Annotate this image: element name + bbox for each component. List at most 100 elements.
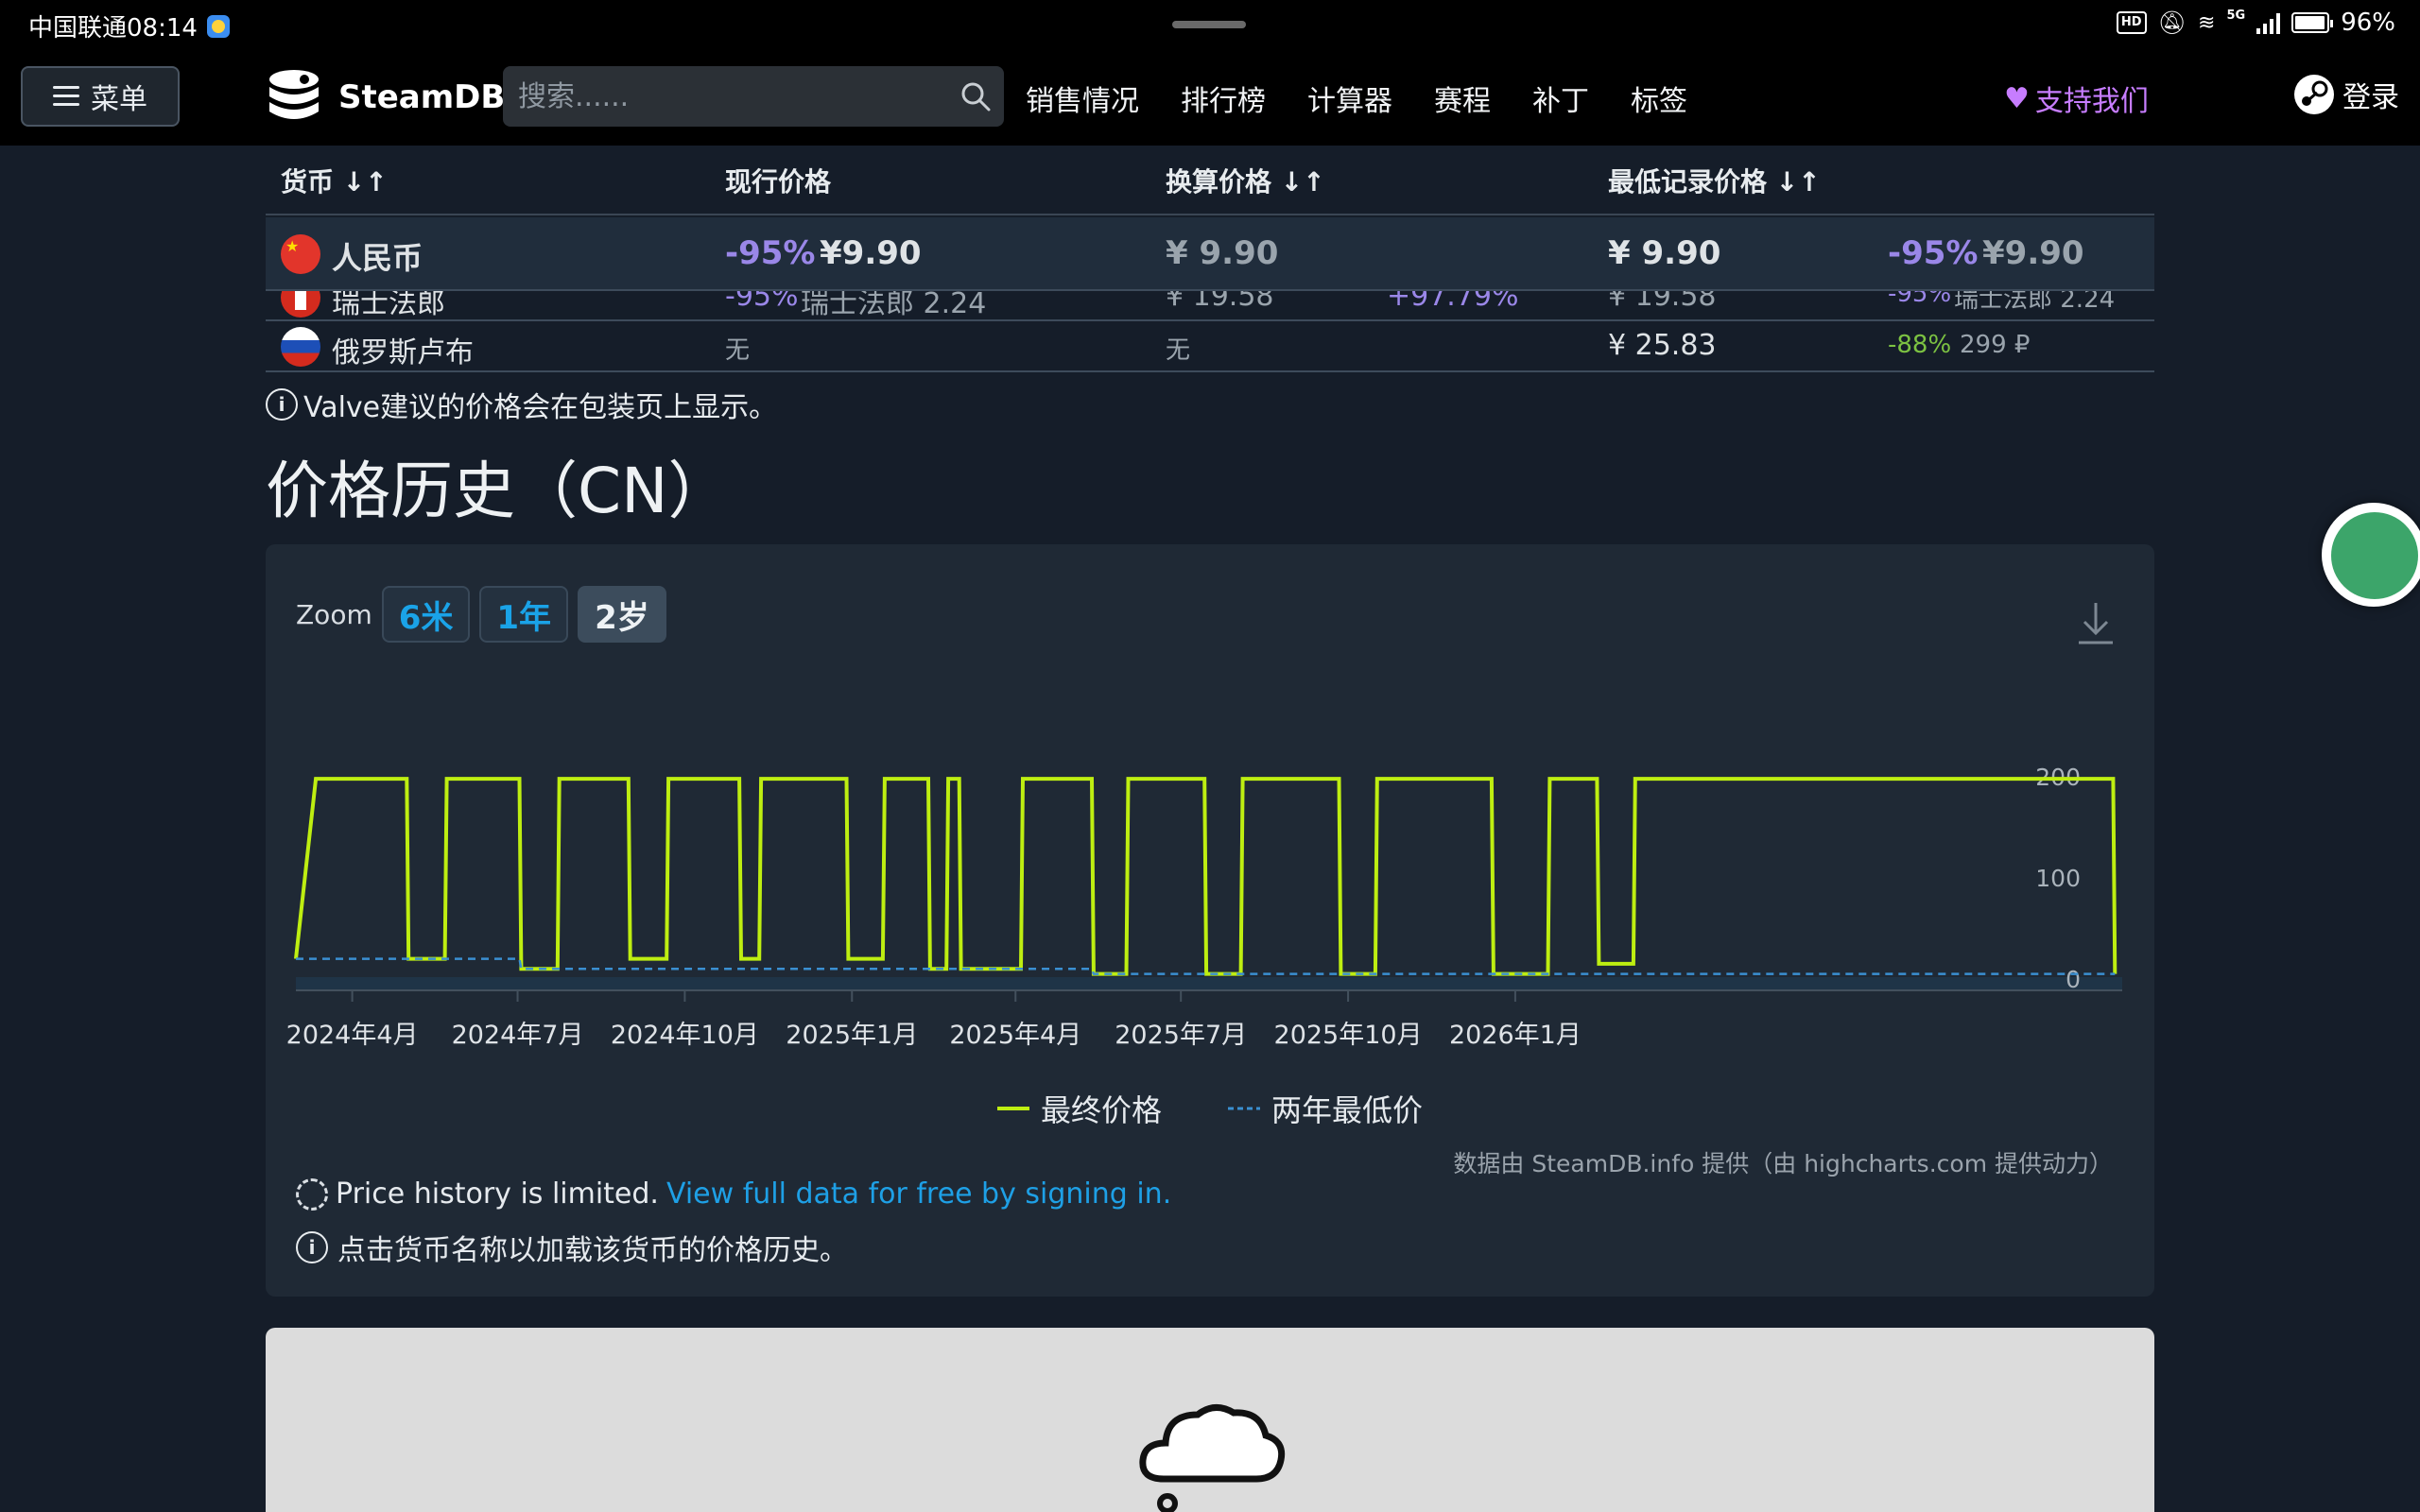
mute-icon: 🔕︎ [2157, 9, 2187, 36]
steamdb-logo-icon [269, 70, 319, 119]
currency-click-note: i 点击货币名称以加载该货币的价格历史。 [296, 1227, 848, 1268]
x-tick-label: 2024年4月 [286, 1021, 419, 1050]
current-price: 无 [725, 336, 751, 365]
flag-cn-icon [281, 234, 320, 274]
x-tick-label: 2025年4月 [949, 1021, 1081, 1050]
section-title: 价格历史（CN） [266, 455, 731, 527]
weather-icon [206, 14, 230, 38]
brand-name: SteamDB [338, 78, 506, 116]
hd-icon: HD [2116, 11, 2147, 34]
table-header: 货币 ↓↑ 现行价格 换算价格 ↓↑ 最低记录价格 ↓↑ [266, 147, 2154, 215]
plot-baseline-band [296, 977, 2122, 990]
lowest-discount-price: ¥9.90 [1982, 234, 2084, 272]
legend-item-final-price[interactable]: 最终价格 [996, 1087, 1162, 1130]
battery-level: 96% [2341, 9, 2395, 37]
search-icon[interactable] [959, 79, 993, 113]
battery-icon [2291, 12, 2334, 33]
lowest-discount: -95% [1888, 291, 1952, 308]
x-tick-label: 2025年10月 [1274, 1021, 1423, 1050]
currency-name[interactable]: 瑞士法郎 [332, 291, 445, 319]
y-tick-label: 100 [2035, 865, 2081, 892]
floating-assistant-button[interactable] [2322, 503, 2420, 607]
converted-price: ¥ 9.90 [1166, 234, 1279, 272]
price-diff: +97.79% [1387, 291, 1519, 313]
cloud-icon [1139, 1404, 1286, 1512]
heart-icon: ♥ [2004, 81, 2030, 115]
price-table: 货币 ↓↑ 现行价格 换算价格 ↓↑ 最低记录价格 ↓↑ [266, 147, 2154, 215]
x-tick-label: 2025年1月 [786, 1021, 918, 1050]
x-tick-label: 2024年10月 [611, 1021, 759, 1050]
header-current-price: 现行价格 [725, 166, 832, 198]
table-row: 人民币 -95% ¥9.90 ¥ 9.90 ¥ 9.90 -95% ¥9.90 [266, 217, 2154, 291]
final-price-line [294, 777, 2118, 976]
carrier-time: 中国联通08:14 [28, 14, 198, 43]
x-tick-label: 2025年7月 [1115, 1021, 1247, 1050]
menu-button[interactable]: 菜单 [21, 66, 180, 127]
currency-name[interactable]: 俄罗斯卢布 [332, 329, 474, 370]
price-chart[interactable]: 2024年4月 2024年7月 2024年10月 2025年1月 2025年4月 2025… [266, 544, 2154, 1074]
nav-link-sales[interactable]: 销售情况 [1026, 77, 1139, 119]
login-link[interactable]: 登录 [2293, 74, 2399, 115]
wifi-icon: ≋ [2198, 10, 2216, 35]
chart-legend: 最终价格 两年最低价 [266, 1087, 2154, 1130]
legend-label: 两年最低价 [1271, 1092, 1424, 1128]
table-row: 俄罗斯卢布 无 无 ¥ 25.83 -88% 299 ₽ [266, 321, 2154, 372]
current-price: 瑞士法郎 2.24 [801, 291, 987, 320]
info-icon: i [296, 1231, 328, 1263]
currency-name[interactable]: 人民币 [332, 234, 423, 278]
flag-ru-icon [281, 327, 320, 367]
network-type: 5G [2226, 8, 2246, 23]
legend-item-two-year-low[interactable]: 两年最低价 [1228, 1087, 1423, 1130]
limited-history-notice: Price history is limited. View full data… [296, 1177, 1171, 1211]
nav-link-charts[interactable]: 排行榜 [1181, 77, 1266, 119]
lowest-price: ¥ 9.90 [1608, 234, 1721, 272]
hamburger-icon [53, 86, 79, 107]
content-placeholder-block [266, 1328, 2154, 1512]
nav-link-events[interactable]: 赛程 [1434, 77, 1491, 119]
status-bar: 中国联通08:14 HD 🔕︎ ≋ 5G 96% [0, 0, 2420, 49]
converted-price: 无 [1166, 336, 1191, 365]
discount: -95% [725, 234, 816, 272]
table-row: 瑞士法郎 -95% 瑞士法郎 2.24 ¥ 19.58 +97.79% ¥ 19… [266, 291, 2154, 321]
drag-handle[interactable] [1172, 21, 1246, 28]
x-tick-label: 2024年7月 [452, 1021, 584, 1050]
steamdb-logo[interactable]: SteamDB [263, 66, 505, 129]
lowest-discount-price: 299 ₽ [1960, 331, 2031, 359]
support-label: 支持我们 [2034, 85, 2149, 118]
price-history-panel: Zoom 6米 1年 2岁 2024年4月 2024年7月 2024年10月 2025… [266, 544, 2154, 1297]
info-icon: i [266, 388, 298, 421]
signal-icon [2256, 11, 2281, 34]
legend-dash-swatch [1228, 1107, 1260, 1110]
legend-label: 最终价格 [1040, 1092, 1162, 1128]
nav-link-calculator[interactable]: 计算器 [1307, 77, 1392, 119]
current-price: ¥9.90 [820, 234, 922, 272]
x-tick-label: 2026年1月 [1449, 1021, 1582, 1050]
click-note-text: 点击货币名称以加载该货币的价格历史。 [337, 1234, 848, 1267]
lowest-discount: -88% [1888, 331, 1952, 359]
flag-ch-icon [281, 291, 320, 318]
header-currency[interactable]: 货币 ↓↑ [281, 162, 388, 199]
nav-link-patches[interactable]: 补丁 [1532, 77, 1589, 119]
y-tick-label: 0 [2066, 966, 2081, 993]
lowest-price: ¥ 19.58 [1608, 291, 1717, 313]
lowest-price: ¥ 25.83 [1608, 329, 1717, 362]
nav-link-tags[interactable]: 标签 [1631, 77, 1687, 119]
header-converted-price[interactable]: 换算价格 ↓↑ [1166, 162, 1325, 199]
header-lowest-price[interactable]: 最低记录价格 ↓↑ [1608, 162, 1821, 199]
limited-text: Price history is limited. [336, 1177, 659, 1211]
search-input[interactable] [503, 66, 1004, 127]
discount: -95% [725, 291, 799, 313]
sign-in-link[interactable]: View full data for free by signing in. [666, 1177, 1171, 1211]
legend-line-swatch [996, 1107, 1029, 1110]
nav-links: 销售情况 排行榜 计算器 赛程 补丁 标签 [1026, 77, 1687, 119]
note-text: Valve建议的价格会在包装页上显示。 [303, 391, 778, 424]
lowest-discount-price: 瑞士法郎 2.24 [1954, 291, 2116, 314]
login-label: 登录 [2342, 81, 2399, 114]
converted-price: ¥ 19.58 [1166, 291, 1274, 313]
limited-icon [296, 1177, 328, 1211]
support-link[interactable]: ♥ 支持我们 [2004, 77, 2149, 119]
valve-price-note: i Valve建议的价格会在包装页上显示。 [266, 384, 777, 425]
chart-credit: 数据由 SteamDB.info 提供（由 highcharts.com 提供动… [1453, 1150, 2113, 1177]
menu-label: 菜单 [91, 83, 147, 116]
steam-icon [2294, 75, 2334, 114]
